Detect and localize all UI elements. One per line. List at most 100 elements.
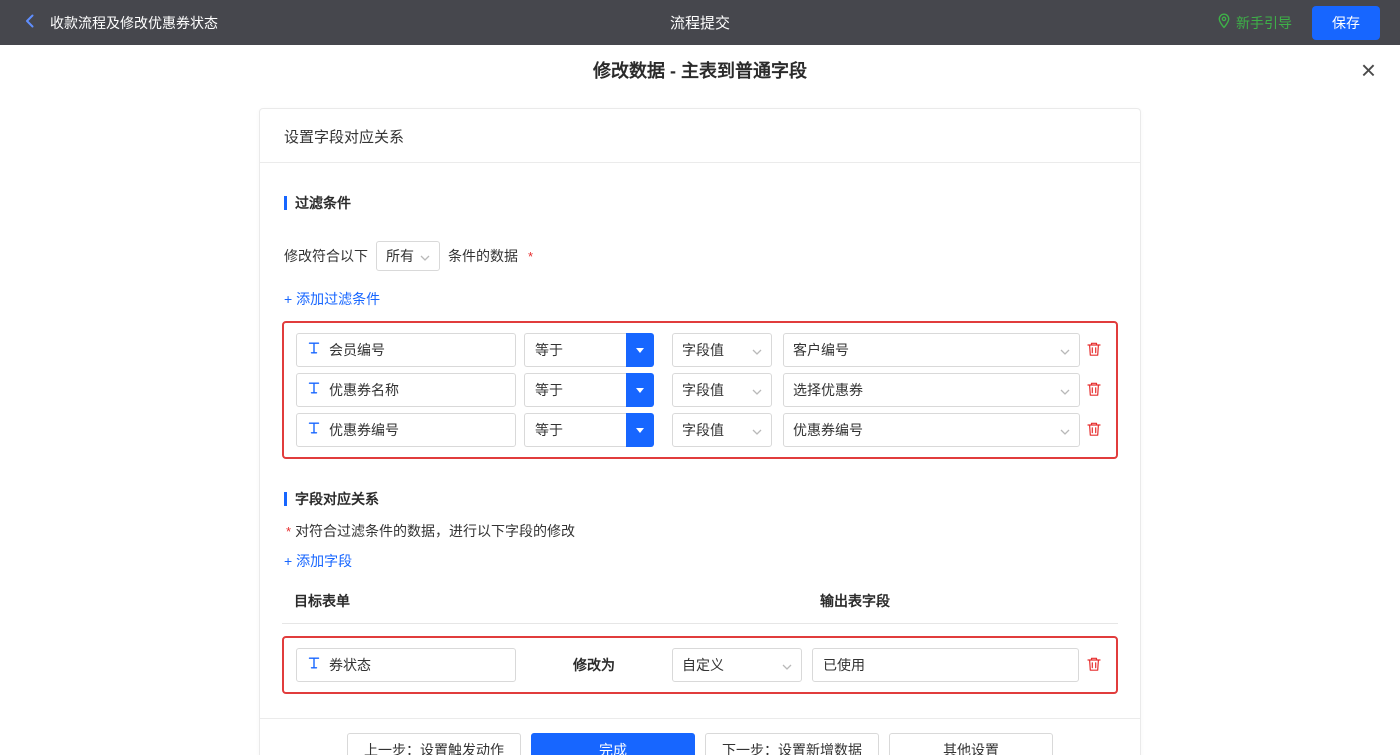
mapping-section-title: 字段对应关系 — [284, 489, 1116, 509]
done-button[interactable]: 完成 — [531, 733, 695, 755]
filter-row: 等于 字段值 优惠券编号 — [296, 413, 1104, 447]
mapping-description: 对符合过滤条件的数据，进行以下字段的修改 — [295, 521, 575, 541]
value-select[interactable]: 选择优惠券 — [783, 373, 1080, 407]
trash-icon — [1086, 341, 1102, 360]
mapping-section: 字段对应关系 * 对符合过滤条件的数据，进行以下字段的修改 + 添加字段 — [260, 489, 1140, 571]
flow-title: 收款流程及修改优惠券状态 — [50, 13, 218, 33]
operator-select[interactable]: 等于 — [524, 333, 654, 367]
value-type-select[interactable]: 字段值 — [672, 413, 772, 447]
topbar-right: 新手引导 保存 — [1217, 6, 1380, 40]
topbar: 收款流程及修改优惠券状态 流程提交 新手引导 保存 — [0, 0, 1400, 45]
mapping-field-input-wrap — [296, 648, 516, 682]
filter-field-input-wrap — [296, 333, 516, 367]
required-mark: * — [528, 249, 533, 264]
operator-select[interactable]: 等于 — [524, 413, 654, 447]
modal-titlebar: 修改数据 - 主表到普通字段 × — [0, 45, 1400, 95]
back-button[interactable] — [20, 11, 40, 34]
text-field-icon — [307, 381, 321, 400]
chevron-down-icon — [752, 382, 762, 398]
delete-row-button[interactable] — [1084, 654, 1104, 677]
filter-section-title: 过滤条件 — [284, 193, 1116, 213]
required-mark: * — [286, 524, 291, 539]
match-suffix: 条件的数据 — [448, 246, 518, 266]
operator-value: 等于 — [524, 373, 626, 407]
page-body: 设置字段对应关系 过滤条件 修改符合以下 所有 条件的数据 * + 添加过滤条件 — [0, 95, 1400, 755]
trash-icon — [1086, 381, 1102, 400]
card-footer: 上一步：设置触发动作 完成 下一步：设置新增数据 其他设置 — [260, 718, 1140, 755]
mode-text: 自定义 — [682, 655, 724, 675]
text-field-icon — [307, 656, 321, 675]
beginner-guide-link[interactable]: 新手引导 — [1217, 13, 1292, 33]
chevron-down-icon — [752, 342, 762, 358]
mapping-field-input[interactable] — [329, 657, 505, 673]
chevron-down-icon — [1060, 382, 1070, 398]
caret-down-icon — [626, 413, 654, 447]
chevron-left-icon — [22, 13, 38, 32]
match-type-value: 所有 — [386, 246, 414, 266]
chevron-down-icon — [1060, 342, 1070, 358]
value-type-text: 字段值 — [682, 420, 724, 440]
value-select[interactable]: 客户编号 — [783, 333, 1080, 367]
filter-field-input[interactable] — [329, 382, 505, 398]
add-filter-condition-link[interactable]: + 添加过滤条件 — [284, 289, 380, 309]
guide-label: 新手引导 — [1236, 13, 1292, 33]
value-type-text: 字段值 — [682, 380, 724, 400]
delete-row-button[interactable] — [1084, 379, 1104, 402]
delete-row-button[interactable] — [1084, 339, 1104, 362]
match-prefix: 修改符合以下 — [284, 246, 368, 266]
add-field-link[interactable]: + 添加字段 — [284, 551, 352, 571]
match-type-select[interactable]: 所有 — [376, 241, 440, 271]
close-button[interactable]: × — [1361, 57, 1376, 83]
section-bar-icon — [284, 492, 287, 506]
operator-select[interactable]: 等于 — [524, 373, 654, 407]
filter-field-input[interactable] — [329, 342, 505, 358]
mapping-rows-highlight-box: 修改为 自定义 — [282, 636, 1118, 694]
mapping-row: 修改为 自定义 — [296, 648, 1104, 682]
value-text: 选择优惠券 — [793, 380, 863, 400]
value-type-select[interactable]: 字段值 — [672, 373, 772, 407]
next-step-button[interactable]: 下一步：设置新增数据 — [705, 733, 879, 755]
filter-field-input[interactable] — [329, 422, 505, 438]
delete-row-button[interactable] — [1084, 419, 1104, 442]
caret-down-icon — [626, 333, 654, 367]
card-header: 设置字段对应关系 — [260, 109, 1140, 163]
filter-row: 等于 字段值 选择优惠券 — [296, 373, 1104, 407]
filter-title-text: 过滤条件 — [295, 193, 351, 213]
prev-step-button[interactable]: 上一步：设置触发动作 — [347, 733, 521, 755]
filter-field-input-wrap — [296, 413, 516, 447]
chevron-down-icon — [782, 657, 792, 673]
value-type-text: 字段值 — [682, 340, 724, 360]
chevron-down-icon — [752, 422, 762, 438]
filter-field-input-wrap — [296, 373, 516, 407]
trash-icon — [1086, 421, 1102, 440]
filter-rows-highlight-box: 等于 字段值 客户编号 — [282, 321, 1118, 459]
mode-select[interactable]: 自定义 — [672, 648, 802, 682]
chevron-down-icon — [420, 248, 430, 264]
settings-card: 设置字段对应关系 过滤条件 修改符合以下 所有 条件的数据 * + 添加过滤条件 — [259, 108, 1141, 755]
output-value-input[interactable] — [823, 657, 1068, 673]
value-type-select[interactable]: 字段值 — [672, 333, 772, 367]
mapping-title-text: 字段对应关系 — [295, 489, 379, 509]
caret-down-icon — [626, 373, 654, 407]
save-button[interactable]: 保存 — [1312, 6, 1380, 40]
other-settings-button[interactable]: 其他设置 — [889, 733, 1053, 755]
location-pin-icon — [1217, 13, 1231, 32]
topbar-left: 收款流程及修改优惠券状态 — [20, 11, 218, 34]
value-text: 客户编号 — [793, 340, 849, 360]
modify-to-label: 修改为 — [516, 655, 672, 675]
trash-icon — [1086, 656, 1102, 675]
operator-value: 等于 — [524, 413, 626, 447]
modal-title: 修改数据 - 主表到普通字段 — [593, 57, 807, 83]
filter-row: 等于 字段值 客户编号 — [296, 333, 1104, 367]
output-value-input-wrap — [812, 648, 1079, 682]
section-bar-icon — [284, 196, 287, 210]
match-condition-row: 修改符合以下 所有 条件的数据 * — [284, 241, 1116, 271]
mapping-description-row: * 对符合过滤条件的数据，进行以下字段的修改 — [284, 521, 1116, 541]
close-icon: × — [1361, 55, 1376, 85]
column-target-form: 目标表单 — [294, 591, 820, 611]
column-output-field: 输出表字段 — [820, 591, 890, 611]
mapping-table-header: 目标表单 输出表字段 — [282, 591, 1118, 624]
value-select[interactable]: 优惠券编号 — [783, 413, 1080, 447]
text-field-icon — [307, 421, 321, 440]
value-text: 优惠券编号 — [793, 420, 863, 440]
